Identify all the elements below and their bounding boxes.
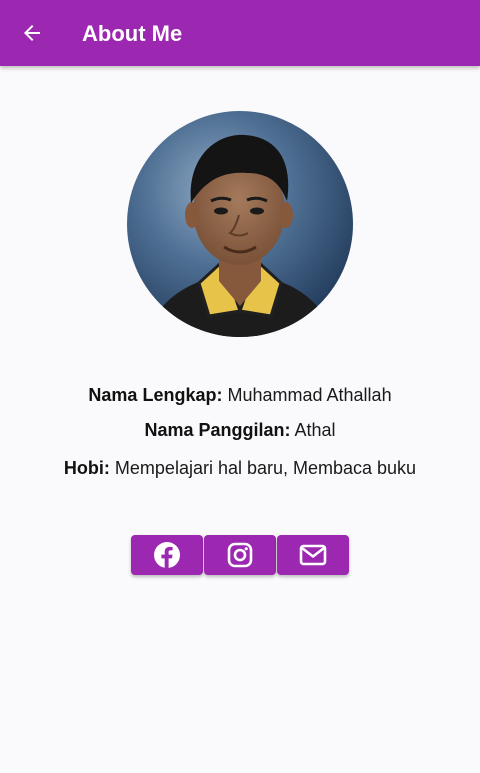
nickname-label: Nama Panggilan: (144, 420, 291, 440)
hobby-line: Hobi: Mempelajari hal baru, Membaca buku (0, 457, 480, 479)
email-icon (299, 544, 327, 566)
nickname-value: Athal (294, 420, 336, 440)
instagram-button[interactable] (204, 535, 276, 575)
full-name-value: Muhammad Athallah (227, 385, 392, 405)
facebook-button[interactable] (131, 535, 203, 575)
hobby-value: Mempelajari hal baru, Membaca buku (114, 458, 417, 478)
back-button[interactable] (14, 15, 50, 51)
facebook-icon (154, 542, 180, 568)
avatar (127, 111, 353, 337)
full-name-label: Nama Lengkap: (88, 385, 223, 405)
app-bar: About Me (0, 0, 480, 66)
instagram-icon (227, 542, 253, 568)
profile-photo (127, 111, 353, 337)
social-buttons (131, 535, 349, 575)
hobby-label: Hobi: (63, 458, 110, 478)
email-button[interactable] (277, 535, 349, 575)
nickname-line: Nama Panggilan: Athal (0, 419, 480, 441)
full-name-line: Nama Lengkap: Muhammad Athallah (0, 384, 480, 406)
arrow-left-icon (24, 25, 40, 41)
page-title: About Me (82, 21, 183, 46)
